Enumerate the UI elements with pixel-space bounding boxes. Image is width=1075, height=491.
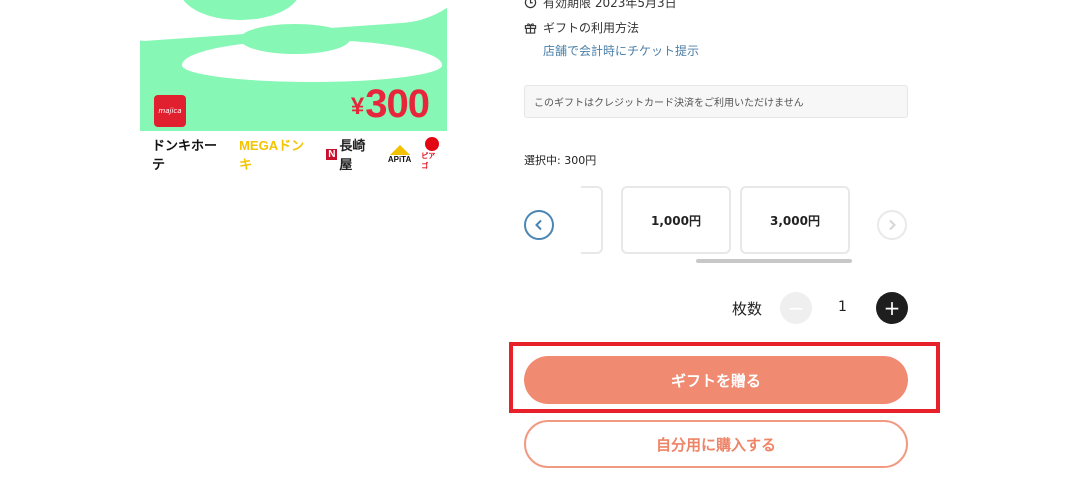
piago-logo: ピアゴ [421,137,442,171]
nagasakiya-text: 長崎屋 [339,138,366,172]
payment-notice: このギフトはクレジットカード決済をご利用いただけません [524,85,908,118]
piago-text: ピアゴ [421,153,436,170]
apita-logo: APiTA [387,144,412,164]
usage-link[interactable]: 店舗で会計時にチケット提示 [543,42,699,59]
amount-scrollbar[interactable] [696,259,852,263]
apita-mark [389,144,410,155]
store-logos: ドンキホーテ MEGAドンキ N 長崎屋 APiTA ピアゴ [152,137,442,172]
quantity-decrease-button[interactable]: − [780,292,812,324]
clock-icon [524,0,537,9]
piago-mark [424,137,439,151]
amount-option-1000[interactable]: 1,000円 [621,186,731,254]
quantity-increase-button[interactable]: + [876,292,908,324]
majica-logo: majica [154,95,186,127]
amount-option-3000[interactable]: 3,000円 [740,186,850,254]
send-gift-button[interactable]: ギフトを贈る [524,356,908,404]
card-price: ¥300 [350,82,430,127]
expiry-row: 有効期限 2023年5月3日 [524,0,677,11]
usage-row: ギフトの利用方法 [524,19,639,36]
next-amount-button[interactable] [877,210,907,240]
chevron-right-icon [889,219,896,231]
amount-option-300[interactable] [581,186,603,254]
apita-text: APiTA [387,154,412,164]
usage-title: ギフトの利用方法 [543,21,640,35]
quantity-value: 1 [838,299,847,315]
mega-donki-logo: MEGAドンキ [239,138,305,172]
prev-amount-button[interactable] [524,210,554,240]
nagasakiya-mark: N [326,148,338,160]
amount-options: 1,000円 3,000円 [581,185,853,257]
selected-amount: 選択中: 300円 [524,154,597,167]
buy-for-self-button[interactable]: 自分用に購入する [524,420,908,468]
currency-symbol: ¥ [350,93,364,120]
nagasakiya-logo: N 長崎屋 [326,135,378,173]
quantity-label: 枚数 [732,300,763,318]
expiry-text: 有効期限 2023年5月3日 [543,0,677,10]
donki-logo: ドンキホーテ [152,138,218,172]
card-amount: 300 [365,82,430,126]
card-decoration-notch [240,24,350,54]
gift-icon [524,23,537,34]
chevron-left-icon [535,219,542,231]
gift-card-image: majica ¥300 [140,0,447,131]
